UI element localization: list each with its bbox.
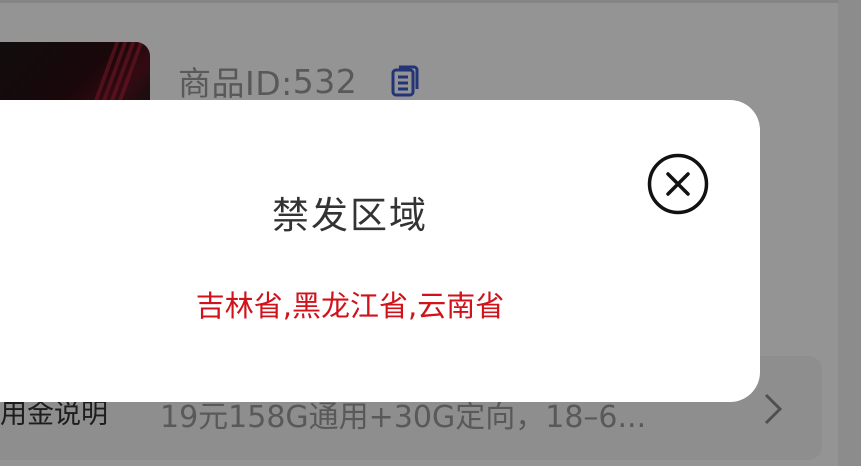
restricted-regions-text: 吉林省,黑龙江省,云南省 bbox=[195, 289, 505, 323]
close-button[interactable] bbox=[646, 152, 710, 216]
dialog-title: 禁发区域 bbox=[272, 194, 428, 237]
restricted-area-dialog bbox=[0, 100, 760, 402]
close-circle-icon bbox=[647, 153, 709, 215]
